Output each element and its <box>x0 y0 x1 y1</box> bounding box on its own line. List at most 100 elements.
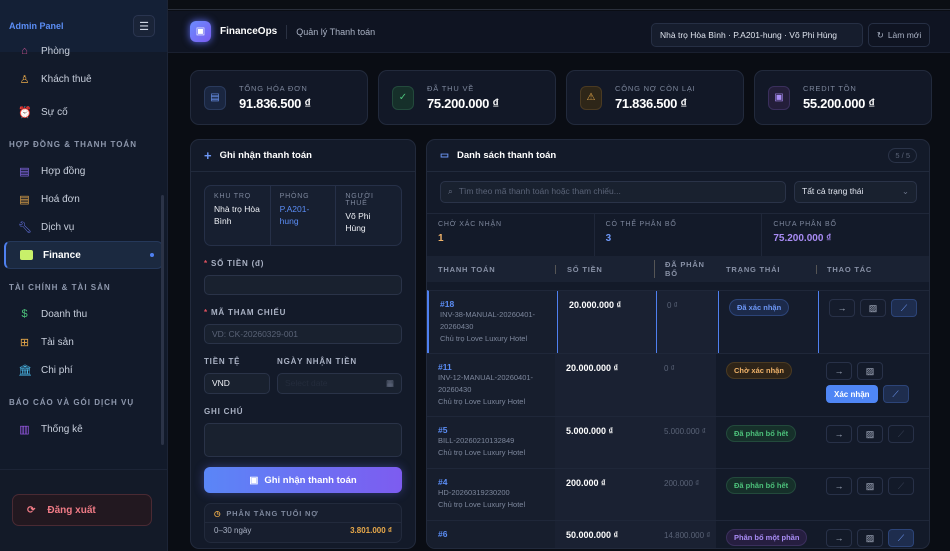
receipt-button[interactable]: ▨ <box>857 529 883 547</box>
payment-id[interactable]: #18 <box>440 299 557 309</box>
search-placeholder: Tìm theo mã thanh toán hoặc tham chiếu..… <box>458 186 621 196</box>
sidebar-item-hoa-don[interactable]: ▤ Hoá đơn <box>4 185 163 213</box>
view-button[interactable]: → <box>826 425 852 443</box>
view-button[interactable]: → <box>826 529 852 547</box>
payment-table-body: #18 INV-38-MANUAL-20260401-20260430 Chủ tr… <box>427 290 929 548</box>
summary-label: CÓ THỂ PHÂN BỔ <box>605 221 677 228</box>
sidebar-item-thong-ke[interactable]: ▥ Thống kê <box>4 415 163 443</box>
status-cell: Đã phân bổ hết <box>716 417 816 468</box>
payment-cell: #4 HD-20260319230200 Chủ trọ Love Luxury H… <box>427 469 555 520</box>
payment-cell: #18 INV-38-MANUAL-20260401-20260430 Chủ tr… <box>429 291 557 353</box>
summary-pending: CHỜ XÁC NHẬN 1 <box>427 214 595 256</box>
logout-button[interactable]: ⟳ Đăng xuất <box>12 494 152 526</box>
arrow-right-icon: → <box>834 481 844 491</box>
view-button[interactable]: → <box>826 477 852 495</box>
payment-reference: HD-20260319230200 <box>438 488 510 497</box>
table-row[interactable]: #4 HD-20260319230200 Chủ trọ Love Luxury H… <box>427 468 929 520</box>
allocate-button[interactable]: ⟋ <box>888 529 914 547</box>
stat-value: 75.200.000 ₫ <box>427 96 499 111</box>
currency-select[interactable]: VND <box>204 373 270 394</box>
allocate-button[interactable]: ⟋ <box>882 385 909 403</box>
context-summary: KHU TRỌ Nhà trọ Hòa Bình PHÒNG P.A201-hung… <box>204 185 402 246</box>
sidebar-item-tai-san[interactable]: ⊞ Tài sản <box>4 328 163 356</box>
stat-label: TỔNG HÓA ĐƠN <box>239 84 308 93</box>
summary-unallocated: CHƯA PHÂN BỔ 75.200.000 ₫ <box>762 214 929 256</box>
status-badge: Đã xác nhận <box>729 299 790 316</box>
receipt-icon: ▨ <box>865 365 875 376</box>
allocated-cell: 0 ₫ <box>656 291 718 353</box>
payment-reference: BILL-20260210132849 <box>438 436 515 445</box>
payment-owner: Chủ trọ Love Luxury Hotel <box>438 500 526 509</box>
confirm-button[interactable]: Xác nhận <box>826 385 878 403</box>
context-selector[interactable]: Nhà trọ Hòa Bình · P.A201-hung · Võ Phi … <box>651 23 863 47</box>
sidebar-item-label: Sự cố <box>41 106 68 118</box>
receipt-icon: ▨ <box>865 532 875 543</box>
date-picker[interactable]: Select date ▦ <box>277 373 402 394</box>
sidebar-item-doanh-thu[interactable]: $ Doanh thu <box>4 300 163 328</box>
sidebar-item-su-co[interactable]: ⏰ Sự cố <box>4 98 163 126</box>
allocate-icon: ⟋ <box>897 480 905 491</box>
sidebar-item-phong[interactable]: ⌂ Phòng <box>4 46 163 65</box>
allocate-button[interactable]: ⟋ <box>888 477 914 495</box>
allocated-value: 200.000 ₫ <box>664 479 700 488</box>
search-input[interactable]: ⌕ Tìm theo mã thanh toán hoặc tham chiếu.… <box>440 181 786 203</box>
receipt-icon: ▨ <box>865 480 875 491</box>
allocated-cell: 200.000 ₫ <box>654 469 716 520</box>
receipt-button[interactable]: ▨ <box>860 299 886 317</box>
sidebar-item-khach-thue[interactable]: ♙ Khách thuê <box>4 65 163 93</box>
boxes-icon: ⊞ <box>19 336 30 349</box>
allocate-button[interactable]: ⟋ <box>888 425 914 443</box>
sidebar-item-finance[interactable]: Finance <box>4 241 163 269</box>
arrow-right-icon: → <box>834 533 844 543</box>
table-row[interactable]: #11 INV-12-MANUAL-20260401-20260430 Chủ tr… <box>427 353 929 416</box>
label-text: SỐ TIỀN (đ) <box>210 259 265 268</box>
table-row[interactable]: #5 BILL-20260210132849 Chủ trọ Love Luxury… <box>427 416 929 468</box>
context-label: PHÒNG <box>279 193 310 200</box>
arrow-right-icon: → <box>834 366 844 376</box>
count-badge: 5 / 5 <box>888 148 917 163</box>
receipt-button[interactable]: ▨ <box>857 477 883 495</box>
payment-id[interactable]: #4 <box>438 477 555 487</box>
context-value: Võ Phi Hùng <box>345 211 371 233</box>
sidebar-item-dich-vu[interactable]: 🔧︎ Dịch vụ <box>4 213 163 241</box>
receipt-button[interactable]: ▨ <box>857 362 883 380</box>
allocate-icon: ⟋ <box>892 388 899 399</box>
sidebar-scrollbar[interactable] <box>161 195 164 445</box>
amount-cell: 200.000 ₫ <box>555 469 654 520</box>
refresh-button[interactable]: ↻ Làm mới <box>868 23 930 47</box>
collapse-sidebar-button[interactable]: ☰ <box>133 15 155 37</box>
status-filter-select[interactable]: Tất cả trạng thái ⌄ <box>794 181 917 203</box>
active-dot <box>150 253 154 257</box>
allocate-button[interactable]: ⟋ <box>891 299 917 317</box>
context-label: KHU TRỌ <box>214 193 251 200</box>
table-row[interactable]: #18 INV-38-MANUAL-20260401-20260430 Chủ tr… <box>427 290 929 353</box>
stat-total-invoices: ▤ TỔNG HÓA ĐƠN 91.836.500 ₫ <box>190 70 368 125</box>
user-icon: ♙ <box>19 73 30 86</box>
dollar-icon: $ <box>21 308 28 320</box>
calendar-icon: ▦ <box>385 378 394 388</box>
stat-value: 55.200.000 ₫ <box>803 96 875 111</box>
payment-id[interactable]: #11 <box>438 362 555 372</box>
stats-row: ▤ TỔNG HÓA ĐƠN 91.836.500 ₫ ✓ ĐÃ THU VỀ 75.2… <box>190 70 932 125</box>
actions-cell: → ▨ ⟋ <box>816 469 929 520</box>
stat-value: 71.836.500 ₫ <box>615 96 687 111</box>
date-label: NGÀY NHẬN TIỀN <box>277 357 357 366</box>
allocated-value: 0 ₫ <box>664 364 675 373</box>
submit-payment-button[interactable]: ▣ Ghi nhận thanh toán <box>204 467 402 493</box>
receipt-button[interactable]: ▨ <box>857 425 883 443</box>
payment-id[interactable]: #5 <box>438 425 555 435</box>
reference-input[interactable]: VD: CK-20260329-001 <box>204 324 402 344</box>
payment-id[interactable]: #6 <box>438 529 555 539</box>
wallet-logo-icon: ▣ <box>190 21 211 42</box>
sidebar-item-chi-phi[interactable]: 🏛︎ Chi phí <box>4 356 163 384</box>
amount-input[interactable] <box>204 275 402 295</box>
aging-title: PHÂN TẦNG TUỔI NỢ <box>226 509 319 518</box>
payment-reference: INV-12-MANUAL-20260401-20260430 <box>438 373 534 394</box>
sidebar-item-hop-dong[interactable]: ▤ Hợp đồng <box>4 157 163 185</box>
logout-icon: ⟳ <box>27 504 36 516</box>
table-row[interactable]: #6 50.000.000 ₫ 14.800.000 ₫ Phân bổ một… <box>427 520 929 548</box>
view-button[interactable]: → <box>829 299 855 317</box>
note-textarea[interactable] <box>204 423 402 457</box>
status-badge: Phân bổ một phần <box>726 529 808 546</box>
view-button[interactable]: → <box>826 362 852 380</box>
